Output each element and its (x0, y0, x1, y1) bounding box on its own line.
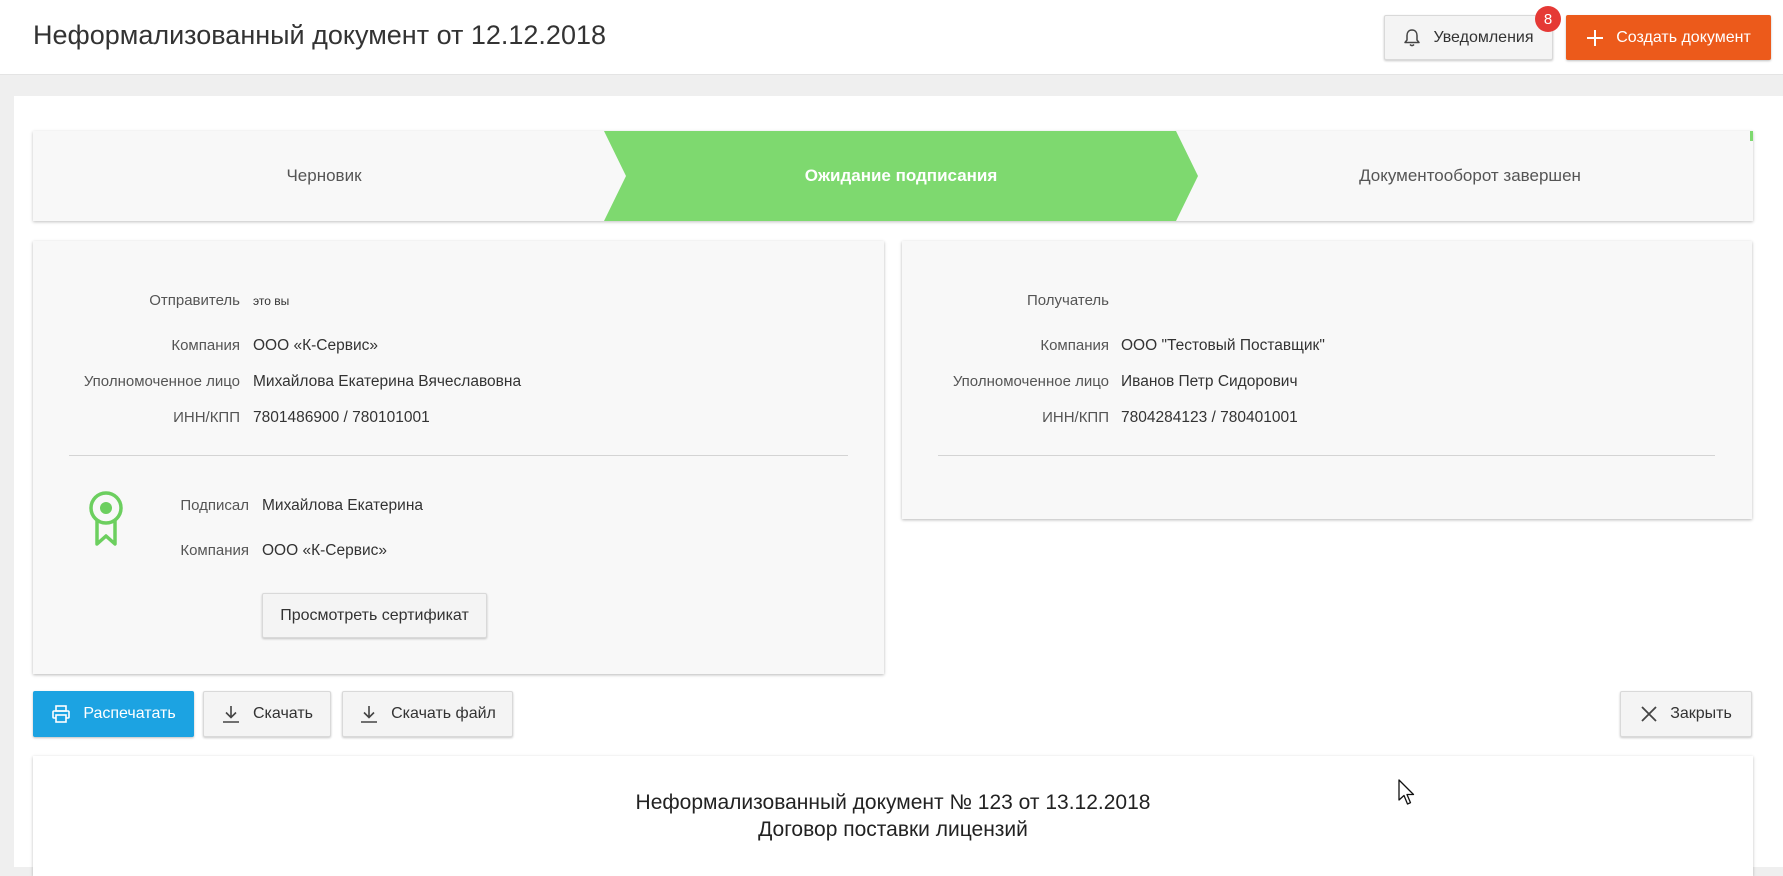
receiver-person-value: Иванов Петр Сидорович (1121, 373, 1298, 390)
signed-company-value: ООО «К-Сервис» (262, 542, 387, 559)
step-awaiting-signature: Ожидание подписания (804, 166, 998, 185)
receiver-person-label: Уполномоченное лицо (952, 373, 1109, 390)
plus-icon (1586, 29, 1604, 47)
sender-inn-value: 7801486900 / 780101001 (253, 409, 430, 426)
download-file-label: Скачать файл (391, 705, 496, 722)
signed-by-label: Подписал (180, 497, 249, 514)
sender-company-label: Компания (171, 337, 240, 354)
receiver-company-value: ООО "Тестовый Поставщик" (1121, 337, 1325, 354)
sender-title-label: Отправитель (149, 292, 240, 309)
sender-inn-label: ИНН/КПП (173, 409, 240, 426)
receiver-company-label: Компания (1040, 337, 1109, 354)
sender-divider (69, 455, 848, 456)
create-document-label: Создать документ (1616, 28, 1751, 46)
print-button[interactable]: Распечатать (33, 691, 194, 737)
signed-company-label: Компания (180, 542, 249, 559)
notifications-label: Уведомления (1433, 28, 1534, 46)
mouse-cursor-icon (1398, 779, 1416, 812)
step-completed: Документооборот завершен (1359, 166, 1581, 185)
receiver-inn-value: 7804284123 / 780401001 (1121, 409, 1298, 426)
download-button[interactable]: Скачать (203, 691, 331, 737)
receiver-divider (938, 455, 1715, 456)
download-file-icon (359, 704, 379, 724)
certificate-ribbon-icon (87, 490, 125, 551)
receiver-title-label: Получатель (1027, 292, 1109, 309)
receiver-inn-label: ИНН/КПП (1042, 409, 1109, 426)
notifications-count-badge: 8 (1535, 6, 1561, 32)
status-stepper: Черновик Ожидание подписания Документооб… (33, 131, 1753, 221)
document-preview: Неформализованный документ № 123 от 13.1… (33, 756, 1753, 876)
top-bar: Неформализованный документ от 12.12.2018… (0, 0, 1783, 75)
download-icon (221, 704, 241, 724)
create-document-button[interactable]: Создать документ (1566, 15, 1771, 60)
close-icon (1640, 705, 1658, 723)
print-label: Распечатать (83, 705, 176, 722)
page-title: Неформализованный документ от 12.12.2018 (33, 20, 606, 50)
signed-by-value: Михайлова Екатерина (262, 497, 423, 514)
close-button[interactable]: Закрыть (1620, 691, 1752, 737)
document-title-line1: Неформализованный документ № 123 от 13.1… (635, 791, 1151, 814)
document-title-line2: Договор поставки лицензий (758, 818, 1028, 841)
sender-person-value: Михайлова Екатерина Вячеславовна (253, 373, 522, 390)
download-file-button[interactable]: Скачать файл (342, 691, 513, 737)
download-label: Скачать (253, 705, 313, 722)
sender-person-label: Уполномоченное лицо (83, 373, 240, 390)
close-label: Закрыть (1670, 705, 1732, 722)
sender-title-value: это вы (253, 294, 290, 308)
sender-company-value: ООО «К-Сервис» (253, 337, 378, 354)
bell-icon (1403, 28, 1421, 48)
view-certificate-button[interactable]: Просмотреть сертификат (262, 593, 487, 638)
printer-icon (51, 704, 71, 724)
notifications-button[interactable]: Уведомления (1384, 15, 1553, 60)
step-draft: Черновик (286, 166, 362, 185)
